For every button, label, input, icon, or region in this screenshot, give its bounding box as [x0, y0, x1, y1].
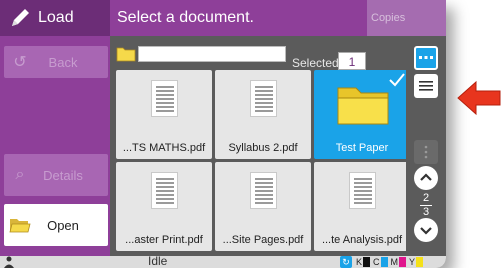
toner-m-label: M	[390, 257, 399, 267]
file-tile[interactable]: ...te Analysis.pdf	[314, 162, 410, 251]
file-name: ...TS MATHS.pdf	[122, 142, 206, 154]
open-button[interactable]: Open	[4, 204, 108, 246]
current-page: 2	[422, 192, 430, 204]
open-label: Open	[47, 217, 79, 233]
chevron-down-icon	[420, 227, 432, 235]
page-title: Select a document.	[117, 9, 254, 26]
back-button[interactable]: ↺ Back	[4, 46, 108, 78]
printer-panel: Load Select a document. Copies ↺ Back ⌕ …	[0, 0, 446, 268]
total-pages: 3	[422, 206, 430, 218]
path-field[interactable]	[138, 46, 286, 62]
pdf-document-icon	[250, 80, 277, 117]
toner-k-swatch	[363, 257, 371, 267]
file-name: ...aster Print.pdf	[125, 234, 203, 246]
status-text: Idle	[148, 254, 168, 268]
status-bar: Idle ↻ K C M Y	[0, 254, 446, 268]
pdf-document-icon	[250, 172, 277, 209]
open-folder-icon	[9, 219, 31, 233]
details-label: Details	[43, 167, 83, 183]
load-title: Load	[0, 0, 110, 36]
file-tile[interactable]: ...Site Pages.pdf	[215, 162, 311, 251]
file-name: Syllabus 2.pdf	[228, 142, 298, 154]
thumbnail-view-button[interactable]	[414, 46, 438, 70]
file-name: Test Paper	[335, 142, 389, 154]
toner-m-swatch	[399, 257, 407, 267]
pdf-document-icon	[151, 172, 178, 209]
file-name: ...Site Pages.pdf	[222, 234, 304, 246]
folder-tile-selected[interactable]: Test Paper	[314, 70, 410, 159]
refresh-icon: ↻	[340, 256, 352, 268]
magnifier-icon: ⌕	[15, 166, 25, 183]
file-tile[interactable]: ...TS MATHS.pdf	[116, 70, 212, 159]
selected-label: Selected	[292, 56, 339, 70]
list-view-icon	[419, 81, 433, 91]
toner-c-label: C	[373, 257, 380, 267]
page-down-button[interactable]	[414, 218, 438, 242]
check-icon	[389, 73, 405, 87]
chevron-up-icon	[420, 173, 432, 181]
pdf-document-icon	[349, 172, 376, 209]
toner-k-label: K	[356, 257, 363, 267]
edit-pen-icon	[12, 9, 29, 26]
pdf-document-icon	[151, 80, 178, 117]
back-arrow-icon: ↺	[13, 54, 27, 71]
grid-view-icon	[419, 56, 433, 59]
back-label: Back	[48, 54, 78, 70]
selected-count: 1	[338, 52, 366, 70]
toner-c-swatch	[380, 257, 388, 267]
toner-y-swatch	[416, 257, 424, 267]
folder-icon	[337, 87, 389, 125]
app-title: Load	[38, 9, 74, 26]
file-name: ...te Analysis.pdf	[321, 234, 403, 246]
sidebar: ↺ Back ⌕ Details Open	[0, 36, 110, 256]
user-icon	[4, 256, 14, 268]
callout-arrow-icon	[457, 80, 501, 116]
file-tile[interactable]: ...aster Print.pdf	[116, 162, 212, 251]
toner-y-label: Y	[409, 257, 416, 267]
file-browser: Selected 1 ...TS MATHS.pdf Syllabus 2.pd…	[110, 36, 410, 256]
list-view-button[interactable]	[414, 74, 438, 98]
folder-icon	[116, 47, 136, 62]
file-tile[interactable]: Syllabus 2.pdf	[215, 70, 311, 159]
page-indicator: 2 3	[406, 193, 446, 218]
details-button[interactable]: ⌕ Details	[4, 154, 108, 196]
toner-levels: ↻ K C M Y	[340, 256, 426, 268]
file-grid: ...TS MATHS.pdf Syllabus 2.pdf Test Pape…	[116, 70, 410, 252]
more-vertical-icon	[424, 145, 428, 159]
view-controls: 2 3	[406, 36, 446, 256]
more-options-button[interactable]	[414, 140, 438, 164]
page-up-button[interactable]	[414, 166, 438, 190]
